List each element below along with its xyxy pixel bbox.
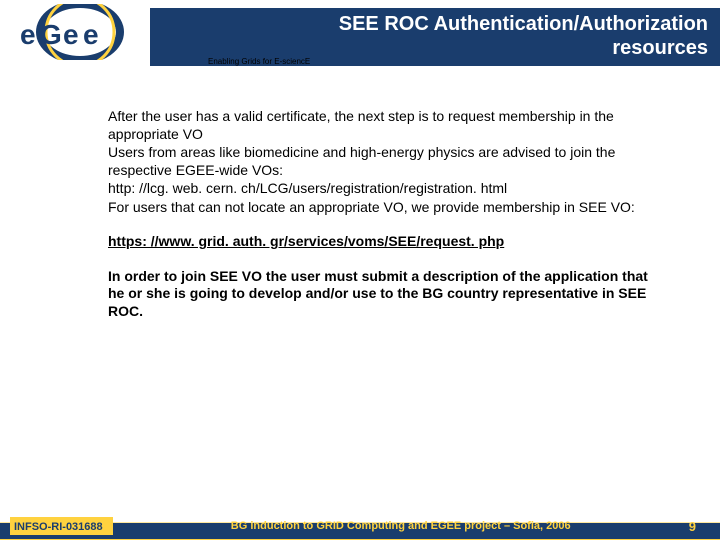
see-vo-request-link-text: https: //www. grid. auth. gr/services/vo… (108, 233, 504, 249)
slide-title-line1: SEE ROC Authentication/Authorization (162, 12, 708, 36)
slide-footer: INFSO-RI-031688 BG induction to GRID Com… (0, 512, 720, 540)
registration-url: http: //lcg. web. cern. ch/LCG/users/reg… (108, 180, 664, 198)
logo-tagline: Enabling Grids for E-sciencE (208, 57, 310, 66)
footer-ref-number: INFSO-RI-031688 (10, 517, 113, 535)
paragraph-instruction: In order to join SEE VO the user must su… (108, 268, 664, 321)
svg-text:G: G (40, 19, 62, 50)
slide-content: After the user has a valid certificate, … (108, 108, 664, 321)
svg-text:e: e (83, 19, 99, 50)
egee-logo: e G e e (8, 4, 148, 60)
svg-text:e: e (63, 19, 79, 50)
svg-text:e: e (20, 19, 36, 50)
footer-page-number: 9 (689, 519, 710, 534)
paragraph-valid-cert: After the user has a valid certificate, … (108, 108, 664, 143)
paragraph-areas-advice: Users from areas like biomedicine and hi… (108, 144, 664, 179)
see-vo-request-link[interactable]: https: //www. grid. auth. gr/services/vo… (108, 233, 664, 251)
paragraph-see-vo: For users that can not locate an appropr… (108, 199, 664, 217)
footer-event-title: BG induction to GRID Computing and EGEE … (113, 520, 689, 532)
slide-header: e G e e SEE ROC Authentication/Authoriza… (0, 0, 720, 70)
